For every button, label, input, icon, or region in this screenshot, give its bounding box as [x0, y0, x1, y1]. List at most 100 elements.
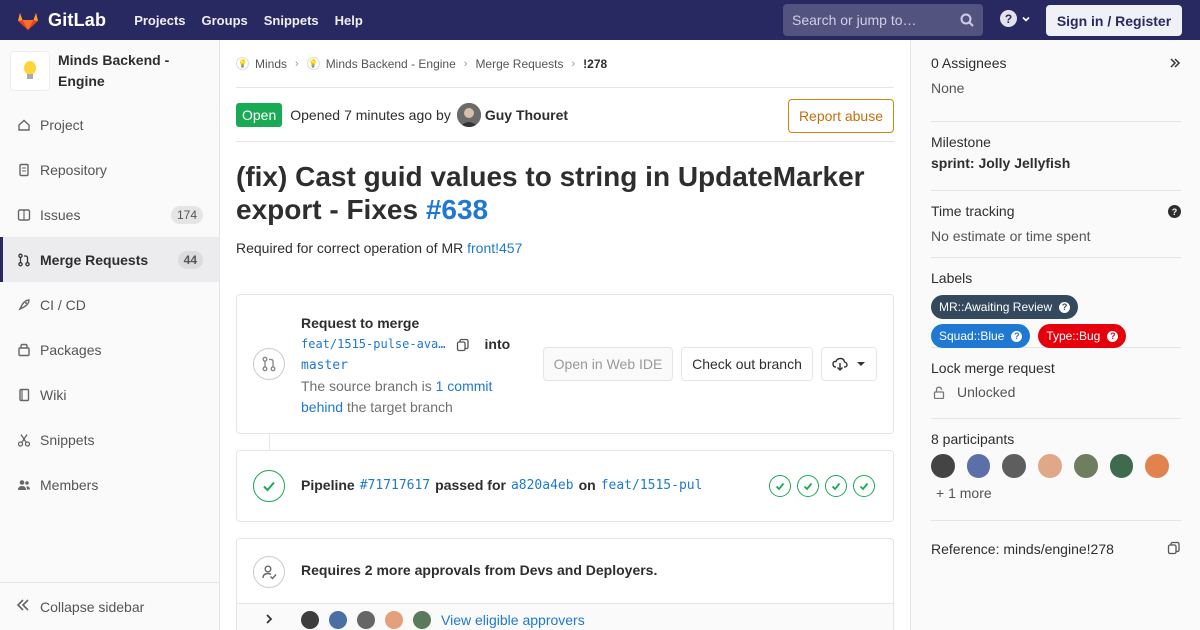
pipeline-widget: Pipeline #71717617 passed for a820a4eb o… — [236, 450, 894, 522]
author-name[interactable]: Guy Thouret — [485, 107, 568, 123]
related-mr-link[interactable]: front!457 — [467, 240, 522, 256]
breadcrumb-item-project[interactable]: 💡 Minds Backend - Engine — [306, 57, 456, 71]
stage-success-icon[interactable] — [769, 475, 791, 497]
sidebar-item-repository[interactable]: Repository — [0, 147, 219, 192]
copy-reference-icon[interactable] — [1167, 541, 1181, 558]
request-to-merge-heading: Request to merge — [301, 315, 420, 331]
stage-success-icon[interactable] — [797, 475, 819, 497]
sidebar-item-project[interactable]: Project — [0, 102, 219, 147]
issues-icon — [16, 207, 32, 223]
behind-post: the target branch — [346, 399, 453, 415]
view-eligible-approvers-link[interactable]: View eligible approvers — [441, 612, 585, 628]
approver-avatar[interactable] — [385, 611, 403, 629]
sidebar-item-members[interactable]: Members — [0, 462, 219, 507]
sidebar-item-label: Packages — [40, 341, 102, 358]
approvers-row: View eligible approvers — [237, 603, 893, 630]
participant-avatar[interactable] — [1145, 454, 1170, 478]
approver-avatar[interactable] — [329, 611, 347, 629]
approver-avatar[interactable] — [413, 611, 431, 629]
report-abuse-button[interactable]: Report abuse — [787, 99, 894, 133]
users-icon — [16, 477, 32, 493]
passed-for-label: passed for — [435, 477, 506, 493]
check-out-branch-button[interactable]: Check out branch — [681, 347, 813, 381]
target-branch[interactable]: master — [301, 355, 531, 376]
participant-avatar[interactable] — [1109, 454, 1134, 478]
stage-success-icon[interactable] — [825, 475, 847, 497]
pipeline-id-link[interactable]: #71717617 — [360, 478, 430, 493]
project-name: Minds Backend - Engine — [58, 52, 170, 89]
signin-register-button[interactable]: Sign in / Register — [1046, 5, 1182, 36]
pipeline-stages — [763, 475, 875, 497]
opened-info: Opened 7 minutes ago by Guy Thouret — [290, 102, 568, 127]
copy-branch-icon[interactable] — [456, 338, 470, 352]
sidebar-item-issues[interactable]: Issues 174 — [0, 192, 219, 237]
gitlab-logo[interactable]: GitLab — [16, 8, 134, 32]
mr-title: (fix) Cast guid values to string in Upda… — [236, 160, 894, 226]
sidebar-item-wiki[interactable]: Wiki — [0, 372, 219, 417]
expand-chevron-icon[interactable] — [264, 612, 274, 628]
help-icon: ? — [1000, 10, 1017, 27]
help-dropdown[interactable]: ? — [1000, 10, 1031, 27]
source-branch[interactable]: feat/1515-pulse-ava… — [301, 334, 446, 355]
lock-block: Lock merge request Unlocked — [931, 348, 1181, 419]
participant-avatar[interactable] — [1073, 454, 1098, 478]
search-input[interactable]: Search or jump to… — [783, 4, 983, 36]
approver-avatar[interactable] — [357, 611, 375, 629]
right-sidebar: 0 Assignees None Milestone sprint: Jolly… — [910, 40, 1200, 630]
participant-avatar[interactable] — [931, 454, 955, 478]
milestone-title: Milestone — [931, 134, 991, 150]
status-success-icon[interactable] — [253, 470, 285, 502]
merge-request-icon — [16, 252, 32, 268]
opened-time[interactable]: 7 minutes ago — [344, 107, 432, 123]
participant-avatar[interactable] — [1038, 454, 1062, 478]
status-badge: Open — [236, 102, 283, 127]
breadcrumb-item-current[interactable]: !278 — [583, 57, 607, 71]
commit-sha-link[interactable]: a820a4eb — [511, 478, 574, 493]
more-participants-link[interactable]: + 1 more — [936, 485, 1181, 501]
lightbulb-icon — [24, 61, 36, 79]
merge-requests-count-badge: 44 — [177, 250, 203, 269]
nav-snippets[interactable]: Snippets — [264, 13, 319, 28]
label-type-bug[interactable]: Type::Bug? — [1038, 324, 1127, 348]
breadcrumb-item-group[interactable]: 💡 Minds — [236, 57, 287, 71]
breadcrumb-item-merge-requests[interactable]: Merge Requests — [475, 57, 563, 71]
participant-avatar[interactable] — [1002, 454, 1027, 478]
open-web-ide-button[interactable]: Open in Web IDE — [543, 347, 673, 381]
search-placeholder: Search or jump to… — [792, 12, 917, 28]
sidebar-item-label: Snippets — [40, 431, 95, 448]
pipeline-label: Pipeline — [301, 477, 355, 493]
project-header[interactable]: Minds Backend - Engine — [0, 40, 219, 102]
label-squad-blue[interactable]: Squad::Blue? — [931, 324, 1031, 348]
widget-connector — [269, 434, 270, 450]
double-chevron-left-icon — [16, 598, 30, 616]
milestone-value[interactable]: sprint: Jolly Jellyfish — [931, 155, 1181, 171]
nav-projects[interactable]: Projects — [134, 13, 185, 28]
double-chevron-right-icon[interactable] — [1169, 56, 1181, 72]
sidebar-item-label: CI / CD — [40, 296, 86, 313]
sidebar-item-label: Members — [40, 476, 99, 493]
sidebar-item-label: Merge Requests — [40, 251, 149, 268]
assignees-block: 0 Assignees None — [931, 40, 1181, 122]
help-icon[interactable]: ? — [1168, 205, 1181, 218]
by-label: by — [436, 106, 451, 123]
author-avatar[interactable] — [456, 102, 481, 127]
issue-link[interactable]: #638 — [426, 194, 488, 225]
nav-help[interactable]: Help — [335, 13, 363, 28]
label-mr-awaiting-review[interactable]: MR::Awaiting Review? — [931, 295, 1079, 319]
into-label: into — [484, 336, 511, 352]
merge-info: Request to merge feat/1515-pulse-ava… in… — [301, 313, 531, 418]
on-label: on — [578, 477, 596, 493]
pipeline-branch-link[interactable]: feat/1515-pulse-ava… — [601, 478, 701, 493]
download-dropdown-button[interactable] — [821, 347, 877, 381]
group-avatar-icon: 💡 — [236, 57, 249, 70]
book-icon — [16, 387, 32, 403]
sidebar-item-merge-requests[interactable]: Merge Requests 44 — [0, 237, 219, 282]
participant-avatar[interactable] — [966, 454, 991, 478]
sidebar-item-ci-cd[interactable]: CI / CD — [0, 282, 219, 327]
sidebar-item-packages[interactable]: Packages — [0, 327, 219, 372]
stage-success-icon[interactable] — [853, 475, 875, 497]
nav-groups[interactable]: Groups — [202, 13, 248, 28]
collapse-sidebar-button[interactable]: Collapse sidebar — [0, 582, 219, 630]
approver-avatar[interactable] — [301, 611, 319, 629]
sidebar-item-snippets[interactable]: Snippets — [0, 417, 219, 462]
